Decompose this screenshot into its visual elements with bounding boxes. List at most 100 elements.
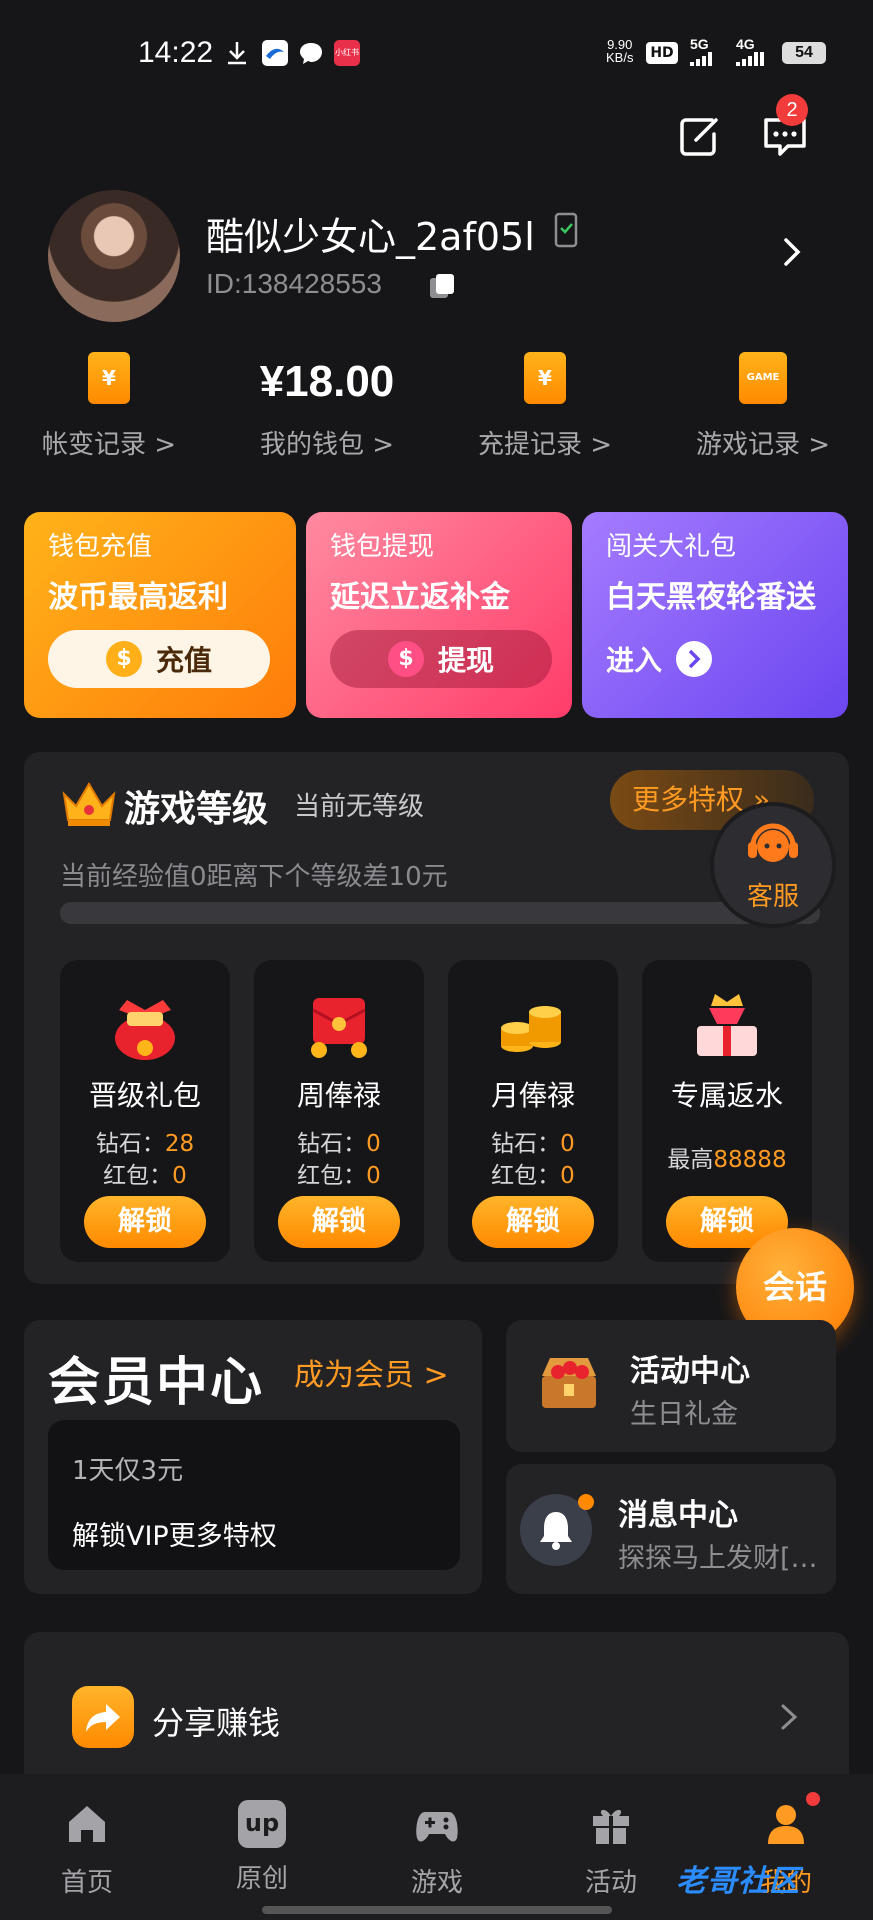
coin-icon: $ xyxy=(387,641,424,677)
gift-pack-subtitle: 白天黑夜轮番送 xyxy=(606,580,816,615)
user-id: ID:138428553 xyxy=(206,268,382,299)
customer-service-button[interactable]: 客服 xyxy=(714,806,832,924)
my-wallet-link[interactable]: ¥18.00 我的钱包 > xyxy=(218,352,436,461)
hd-icon: HD xyxy=(646,42,678,64)
current-level: 当前无等级 xyxy=(294,792,425,822)
recharge-subtitle: 波币最高返利 xyxy=(48,580,228,615)
perk-card-weekly: 周俸禄 钻石：0 红包：0 解锁 xyxy=(254,960,424,1262)
up-icon: up xyxy=(238,1800,286,1848)
perk-card-rebate: 专属返水 最高88888 解锁 xyxy=(642,960,812,1262)
unlock-button[interactable]: 解锁 xyxy=(472,1196,594,1248)
perk-name: 月俸禄 xyxy=(490,1079,575,1112)
status-time: 14:22 xyxy=(138,36,214,69)
perk-diamond-row: 钻石：0 xyxy=(297,1131,381,1157)
level-progress-bar xyxy=(60,902,820,924)
unlock-button[interactable]: 解锁 xyxy=(278,1196,400,1248)
arrow-right-circle-icon xyxy=(676,641,713,677)
enter-button-label: 进入 xyxy=(606,644,663,677)
mine-notification-dot xyxy=(806,1792,820,1806)
share-icon xyxy=(86,1704,120,1732)
perk-card-monthly: 月俸禄 钻石：0 红包：0 解锁 xyxy=(448,960,618,1262)
deposit-yen-icon: ¥ xyxy=(524,352,566,404)
tab-games[interactable]: 游戏 xyxy=(377,1800,497,1899)
copy-icon[interactable] xyxy=(428,272,456,300)
chat-notification-icon xyxy=(300,43,322,64)
wallet-balance: ¥18.00 xyxy=(259,357,395,406)
game-records-link[interactable]: GAME 游戏记录 > xyxy=(654,352,872,461)
enter-button[interactable]: 进入 xyxy=(606,630,713,688)
crown-icon xyxy=(62,782,116,826)
activity-center-title: 活动中心 xyxy=(630,1354,750,1389)
deposit-withdraw-label: 充提记录 > xyxy=(477,430,613,460)
share-chevron-icon xyxy=(781,1704,798,1730)
gift-icon xyxy=(593,1809,629,1844)
tab-games-label: 游戏 xyxy=(410,1868,463,1898)
deposit-withdraw-link[interactable]: ¥ 充提记录 > xyxy=(436,352,654,461)
tab-home[interactable]: 首页 xyxy=(27,1800,147,1899)
share-earn-row[interactable] xyxy=(24,1632,849,1792)
game-icon: GAME xyxy=(739,352,787,404)
gamepad-icon xyxy=(416,1812,458,1842)
user-icon xyxy=(768,1805,804,1844)
treasure-chest-icon xyxy=(542,1358,596,1408)
download-icon xyxy=(228,42,246,65)
account-changes-label: 帐变记录 > xyxy=(41,430,177,460)
tab-home-label: 首页 xyxy=(60,1868,113,1898)
perk-redpacket-row: 红包：0 xyxy=(491,1163,575,1189)
profile-chevron-icon[interactable] xyxy=(778,238,806,266)
red-gift-bag-icon xyxy=(115,1000,175,1060)
gold-coins-icon xyxy=(501,1006,561,1052)
unread-dot xyxy=(578,1494,594,1510)
become-member-link[interactable]: 成为会员 > xyxy=(294,1350,449,1394)
game-records-label: 游戏记录 > xyxy=(695,430,831,460)
signal-bars-2-icon xyxy=(736,52,764,66)
message-badge: 2 xyxy=(776,94,808,126)
vip-center-title: 会员中心 xyxy=(48,1353,265,1413)
perk-redpacket-row: 红包：0 xyxy=(103,1163,187,1189)
home-indicator xyxy=(262,1906,612,1914)
customer-service-label: 客服 xyxy=(746,882,799,912)
vip-price: 1天仅3元 xyxy=(72,1456,184,1486)
withdraw-title: 钱包提现 xyxy=(330,532,435,562)
edit-icon[interactable] xyxy=(672,108,726,162)
perk-redpacket-row: 红包：0 xyxy=(297,1163,381,1189)
level-progress-note: 当前经验值0距离下个等级差10元 xyxy=(60,862,448,892)
withdraw-card[interactable]: 钱包提现 延迟立返补金 $ 提现 xyxy=(306,512,572,718)
perk-card-promotion: 晋级礼包 钻石：28 红包：0 解锁 xyxy=(60,960,230,1262)
perk-name: 专属返水 xyxy=(670,1079,783,1112)
recharge-button-label: 充值 xyxy=(155,644,212,677)
withdraw-button[interactable]: $ 提现 xyxy=(330,630,552,688)
app-notification-icon xyxy=(262,40,288,66)
perk-diamond-row: 钻石：0 xyxy=(491,1131,575,1157)
gift-pack-card[interactable]: 闯关大礼包 白天黑夜轮番送 进入 xyxy=(582,512,848,718)
perk-name: 晋级礼包 xyxy=(88,1079,201,1112)
red-envelope-icon xyxy=(311,998,367,1058)
avatar[interactable] xyxy=(48,190,180,322)
unlock-button[interactable]: 解锁 xyxy=(84,1196,206,1248)
account-changes-link[interactable]: ¥ 帐变记录 > xyxy=(0,352,218,461)
message-center-title: 消息中心 xyxy=(618,1498,738,1533)
withdraw-subtitle: 延迟立返补金 xyxy=(330,580,510,615)
watermark: 老哥社区 xyxy=(676,1864,800,1899)
phone-verified-icon xyxy=(554,212,578,248)
perk-diamond-row: 钻石：28 xyxy=(95,1131,195,1157)
status-bar: 14:22 小红书 9.90 KB/s HD 5G 4G 54 xyxy=(0,0,873,106)
recharge-card[interactable]: 钱包充值 波币最高返利 $ 充值 xyxy=(24,512,296,718)
signal-4g: 4G xyxy=(736,36,755,52)
net-speed: 9.90 KB/s xyxy=(606,37,634,65)
battery-indicator: 54 xyxy=(782,42,826,64)
tab-activities[interactable]: 活动 xyxy=(551,1800,671,1899)
coin-icon: $ xyxy=(105,641,142,677)
recharge-button[interactable]: $ 充值 xyxy=(48,630,270,688)
activity-center-subtitle: 生日礼金 xyxy=(630,1399,738,1430)
tab-original-label: 原创 xyxy=(235,1864,288,1894)
vip-description: 解锁VIP更多特权 xyxy=(72,1521,277,1552)
withdraw-button-label: 提现 xyxy=(437,644,494,677)
username: 酷似少女心_2af05l xyxy=(206,215,535,259)
perk-max-row: 最高88888 xyxy=(667,1147,787,1173)
tab-original[interactable]: up 原创 xyxy=(202,1800,322,1895)
signal-bars-icon xyxy=(690,52,712,66)
ruby-gift-box-icon xyxy=(697,994,757,1056)
home-icon xyxy=(69,1806,105,1842)
gift-pack-title: 闯关大礼包 xyxy=(606,532,737,562)
